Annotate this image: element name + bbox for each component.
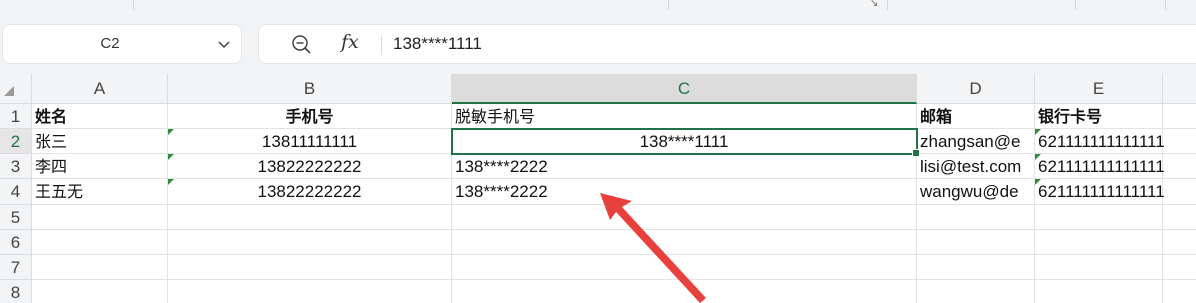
annotation-arrow-icon [600, 193, 706, 303]
insert-function-icon[interactable]: fx [341, 31, 359, 53]
ribbon-expand-icon[interactable]: ↘ [870, 0, 878, 9]
name-box[interactable]: C2 [2, 24, 242, 64]
cell-e3[interactable]: 621111111111111 [1035, 154, 1165, 179]
chevron-down-icon[interactable] [217, 37, 231, 51]
cell-e2[interactable]: 621111111111111 [1035, 129, 1165, 154]
ribbon-separator [1075, 0, 1076, 10]
cell-e4[interactable]: 621111111111111 [1035, 179, 1165, 205]
ribbon-separator [1165, 0, 1166, 10]
formula-separator [381, 35, 382, 55]
ribbon-separator [133, 0, 134, 10]
formula-input[interactable]: fx 138****1111 [258, 24, 1196, 64]
ribbon-separator [668, 0, 669, 10]
zoom-out-icon[interactable] [291, 34, 313, 56]
sheet-grid: A B C D E 1 2 3 4 5 6 7 8 姓名 手机号 脱敏手机号 邮… [0, 74, 1196, 303]
ribbon-strip: ↘ [0, 0, 1196, 15]
formula-value[interactable]: 138****1111 [393, 25, 482, 63]
ribbon-separator [887, 0, 888, 10]
formula-bar-area: C2 fx 138****1111 [0, 14, 1196, 74]
name-box-value[interactable]: C2 [3, 25, 217, 63]
